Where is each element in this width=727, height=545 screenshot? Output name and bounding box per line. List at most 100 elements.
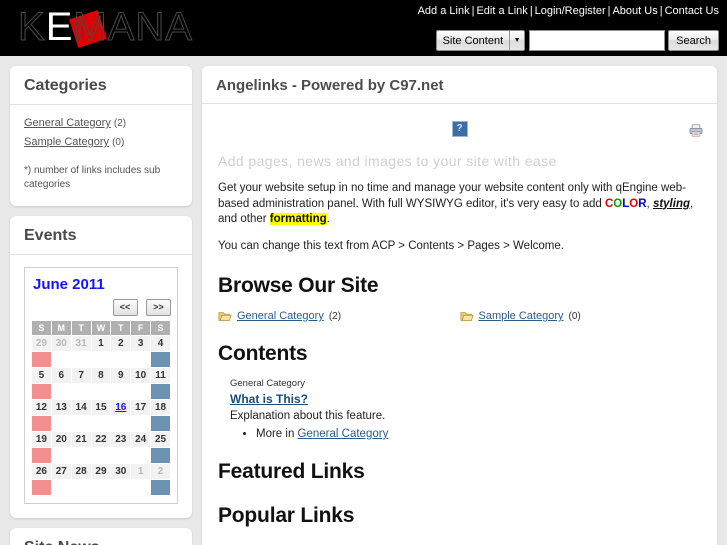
calendar-day-cell[interactable]: 28 — [70, 462, 92, 480]
logo-letters-rest: MANA — [73, 5, 193, 50]
nav-link-add-a-link[interactable]: Add a Link — [418, 5, 470, 17]
calendar-event-row — [31, 414, 171, 432]
calendar-day-cell[interactable]: 13 — [50, 398, 72, 416]
intro-part-4: . — [326, 213, 330, 225]
calendar-day-cell[interactable]: 14 — [70, 398, 92, 416]
calendar-day-cell[interactable]: 9 — [110, 366, 132, 384]
calendar: June 2011 << >> S M T W T F S 29 30 31 1… — [24, 267, 178, 504]
calendar-event-cell — [31, 478, 52, 496]
calendar-day-cell[interactable]: 31 — [70, 334, 92, 352]
logo-letter-k: K — [18, 5, 46, 50]
calendar-day-cell[interactable]: 5 — [31, 366, 52, 384]
calendar-event-row — [31, 478, 171, 496]
content-entry-more-list: More in General Category — [230, 428, 701, 440]
calendar-day-cell[interactable]: 17 — [130, 398, 152, 416]
calendar-day-cell[interactable]: 29 — [90, 462, 112, 480]
search-bar: Site Content ▼ Search — [435, 30, 719, 51]
calendar-day-cell[interactable]: 12 — [31, 398, 52, 416]
calendar-day-cell[interactable]: 19 — [31, 430, 52, 448]
calendar-event-cell — [110, 350, 132, 368]
more-in-general-category-link[interactable]: General Category — [298, 428, 389, 440]
calendar-day-header: T — [110, 319, 132, 336]
calendar-week-row: 5 6 7 8 9 10 11 — [31, 366, 171, 384]
calendar-day-cell[interactable]: 20 — [50, 430, 72, 448]
calendar-week-row: 26 27 28 29 30 1 2 — [31, 462, 171, 480]
calendar-day-cell[interactable]: 16 — [110, 398, 132, 416]
calendar-day-cell[interactable]: 1 — [90, 334, 112, 352]
calendar-event-cell — [70, 382, 92, 400]
nav-link-login-register[interactable]: Login/Register — [535, 5, 606, 17]
calendar-event-cell — [70, 446, 92, 464]
calendar-day-cell[interactable]: 15 — [90, 398, 112, 416]
calendar-day-cell[interactable]: 21 — [70, 430, 92, 448]
calendar-event-cell — [110, 478, 132, 496]
calendar-day-cell[interactable]: 18 — [150, 398, 171, 416]
calendar-day-cell[interactable]: 4 — [150, 334, 171, 352]
calendar-event-cell — [50, 478, 72, 496]
calendar-day-cell[interactable]: 3 — [130, 334, 152, 352]
calendar-event-cell — [90, 350, 112, 368]
calendar-day-cell[interactable]: 26 — [31, 462, 52, 480]
sidebar: Categories General Category (2) Sample C… — [10, 66, 192, 545]
calendar-event-cell — [150, 382, 171, 400]
calendar-event-row — [31, 446, 171, 464]
sidebar-category-sample[interactable]: Sample Category — [24, 136, 109, 148]
site-logo[interactable]: KEMANA — [18, 4, 193, 50]
color-letter-o1: O — [613, 197, 623, 210]
calendar-body: 29 30 31 1 2 3 4 5 6 7 8 9 10 11 12 13 14 15 16 17 18 19 20… — [31, 334, 171, 496]
events-panel: Events June 2011 << >> S M T W T F S 29 … — [10, 216, 192, 518]
nav-link-contact-us[interactable]: Contact Us — [665, 5, 719, 17]
calendar-day-cell[interactable]: 24 — [130, 430, 152, 448]
calendar-event-cell — [50, 414, 72, 432]
print-icon[interactable] — [689, 124, 703, 137]
calendar-day-cell[interactable]: 27 — [50, 462, 72, 480]
search-input[interactable] — [529, 30, 666, 51]
calendar-day-header: W — [90, 319, 112, 336]
calendar-event-row — [31, 382, 171, 400]
content-entry-title-link[interactable]: What is This? — [230, 392, 308, 406]
calendar-day-cell[interactable]: 25 — [150, 430, 171, 448]
categories-panel: Categories General Category (2) Sample C… — [10, 66, 192, 206]
site-news-title: Site News — [10, 528, 192, 545]
calendar-event-cell — [50, 350, 72, 368]
calendar-next-button[interactable]: >> — [146, 298, 171, 316]
browse-category-general-link[interactable]: General Category — [237, 310, 324, 322]
calendar-day-cell[interactable]: 10 — [130, 366, 152, 384]
calendar-day-header: M — [50, 319, 72, 336]
calendar-day-cell[interactable]: 2 — [150, 462, 171, 480]
calendar-day-cell[interactable]: 11 — [150, 366, 171, 384]
featured-links-heading: Featured Links — [218, 460, 365, 483]
calendar-prev-button[interactable]: << — [112, 298, 138, 316]
nav-link-about-us[interactable]: About Us — [612, 5, 657, 17]
page-body: Categories General Category (2) Sample C… — [0, 56, 727, 545]
calendar-table: S M T W T F S 29 30 31 1 2 3 4 5 6 7 8 9 10 11 12 13 1… — [31, 319, 171, 496]
sidebar-category-sample-count: (0) — [112, 137, 125, 148]
browse-category-sample-link[interactable]: Sample Category — [479, 310, 564, 322]
browse-link-general: General Category (2) — [218, 310, 460, 322]
sidebar-category-general[interactable]: General Category — [24, 117, 111, 129]
search-button[interactable]: Search — [668, 30, 719, 51]
broken-image-icon — [451, 120, 468, 137]
calendar-event-cell — [150, 414, 171, 432]
calendar-today-link[interactable]: 16 — [115, 402, 126, 413]
calendar-day-cell[interactable]: 7 — [70, 366, 92, 384]
calendar-day-cell[interactable]: 2 — [110, 334, 132, 352]
calendar-day-header: T — [70, 319, 92, 336]
broken-image-row — [218, 116, 701, 140]
calendar-day-cell[interactable]: 23 — [110, 430, 132, 448]
calendar-day-cell[interactable]: 30 — [50, 334, 72, 352]
calendar-day-cell[interactable]: 29 — [31, 334, 52, 352]
calendar-day-cell[interactable]: 30 — [110, 462, 132, 480]
nav-link-edit-a-link[interactable]: Edit a Link — [476, 5, 527, 17]
calendar-day-cell[interactable]: 8 — [90, 366, 112, 384]
color-letter-r: R — [638, 197, 647, 210]
search-scope-select[interactable]: Site Content ▼ — [435, 30, 526, 51]
calendar-event-cell — [130, 446, 152, 464]
calendar-header-row: S M T W T F S — [31, 319, 171, 336]
calendar-day-cell[interactable]: 6 — [50, 366, 72, 384]
browse-link-sample: Sample Category (0) — [460, 310, 702, 322]
calendar-event-cell — [70, 350, 92, 368]
calendar-day-cell[interactable]: 1 — [130, 462, 152, 480]
calendar-day-cell[interactable]: 22 — [90, 430, 112, 448]
content-entry-description: Explanation about this feature. — [230, 410, 386, 422]
